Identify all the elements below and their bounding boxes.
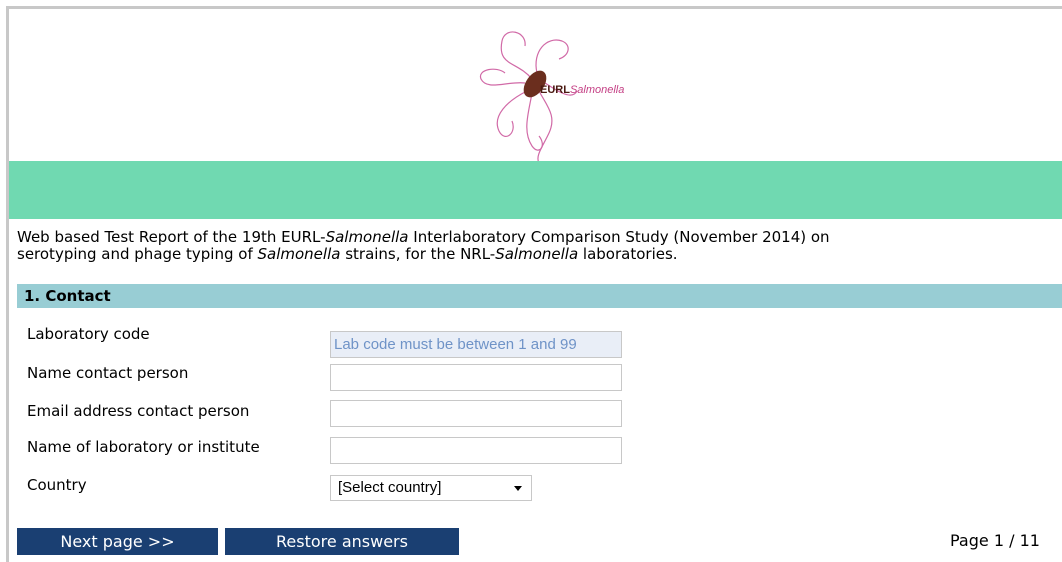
lab-name-label: Name of laboratory or institute	[27, 438, 260, 456]
logo-brand-bold: EURL	[540, 84, 570, 96]
logo-brand-text: EURLSalmonella	[540, 84, 624, 96]
lab-code-label: Laboratory code	[27, 325, 150, 343]
header-logo-area: EURLSalmonella	[9, 9, 1062, 164]
name-contact-input[interactable]	[330, 364, 622, 391]
country-label: Country	[27, 476, 87, 494]
next-page-button[interactable]: Next page >>	[17, 528, 218, 555]
logo-brand-italic: Salmonella	[569, 84, 625, 96]
country-select[interactable]: [Select country]	[330, 475, 532, 501]
section-title: 1. Contact	[17, 284, 1062, 308]
country-selected-value: [Select country]	[338, 479, 442, 496]
email-contact-input[interactable]	[330, 400, 622, 427]
intro-text: Web based Test Report of the 19th EURL-S…	[17, 228, 830, 263]
restore-answers-button[interactable]: Restore answers	[225, 528, 459, 555]
email-contact-label: Email address contact person	[27, 402, 250, 420]
name-contact-label: Name contact person	[27, 364, 189, 382]
page-indicator: Page 1 / 11	[950, 531, 1040, 550]
lab-code-input[interactable]	[330, 331, 622, 358]
chevron-down-icon	[514, 486, 522, 491]
lab-name-input[interactable]	[330, 437, 622, 464]
header-band	[9, 161, 1062, 219]
